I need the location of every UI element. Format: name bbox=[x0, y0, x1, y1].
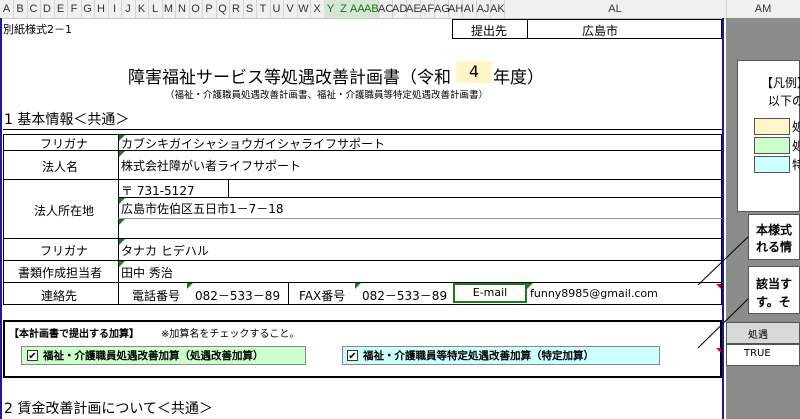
column-header-h[interactable]: H bbox=[94, 0, 109, 18]
column-header-c[interactable]: C bbox=[27, 0, 41, 18]
legend-item-2: 処 bbox=[792, 139, 800, 153]
contact-label: 連絡先 bbox=[41, 289, 78, 303]
legend-item-3: 特 bbox=[792, 158, 800, 172]
author-label: 書類作成担当者 bbox=[18, 266, 103, 280]
email-field[interactable]: funny8985@gmail.com bbox=[530, 287, 658, 300]
column-header-b[interactable]: B bbox=[13, 0, 28, 18]
column-header-e[interactable]: E bbox=[54, 0, 68, 18]
column-header-i[interactable]: I bbox=[108, 0, 122, 18]
submit-label: 提出先 bbox=[471, 24, 508, 38]
legend-item-1: 処 bbox=[792, 120, 800, 134]
section2-heading: 2 賃金改善計画について＜共通＞ bbox=[4, 401, 213, 417]
corp-name-label: 法人名 bbox=[42, 160, 79, 174]
page-subtitle: （福祉・介護職員処遇改善計画書、福祉・介護職員等特定処遇改善計画書） bbox=[165, 90, 489, 101]
column-header-r[interactable]: R bbox=[229, 0, 244, 18]
column-header-j[interactable]: J bbox=[121, 0, 136, 18]
column-header-ac[interactable]: AC bbox=[378, 0, 393, 18]
column-header-am[interactable]: AM bbox=[726, 0, 800, 18]
column-header-m[interactable]: M bbox=[162, 0, 176, 18]
spreadsheet-area: 別紙様式2－1 提出先 広島市 障害福祉サービス等処遇改善計画書（令和 4 年度… bbox=[0, 18, 800, 419]
column-header-l[interactable]: L bbox=[148, 0, 163, 18]
fax-field[interactable]: 082－533－89 bbox=[362, 287, 447, 304]
note2-line1: 該当す bbox=[756, 277, 793, 291]
legend-swatch-2 bbox=[754, 137, 790, 154]
column-header-ab[interactable]: AB bbox=[364, 0, 379, 18]
fax-label: FAX番号 bbox=[299, 289, 346, 303]
furigana-field[interactable]: カブシキガイシャショウガイシャライフサポート bbox=[121, 135, 385, 152]
legend-sub: 以下の bbox=[768, 94, 800, 108]
addition-heading: 【本計画書で提出する加算】 bbox=[9, 329, 139, 340]
note1-line1: 本様式 bbox=[756, 223, 793, 237]
legend-swatch-1 bbox=[754, 118, 790, 135]
basic-info-table bbox=[3, 134, 722, 305]
addition2-checkbox[interactable]: ✔ bbox=[347, 350, 358, 362]
column-header-row: A B C D E F G H I J K L M N O P Q R S T U V W X Y Z AA AB AC AD AE AF AG… bbox=[0, 0, 800, 19]
author-furigana-label: フリガナ bbox=[40, 244, 89, 258]
section1-heading: 1 基本情報＜共通＞ bbox=[4, 112, 130, 128]
column-header-al[interactable]: AL bbox=[504, 0, 727, 18]
phone-label: 電話番号 bbox=[132, 289, 181, 303]
column-header-ai[interactable]: AI bbox=[462, 0, 477, 18]
phone-field[interactable]: 082－533－89 bbox=[195, 287, 280, 304]
column-header-s[interactable]: S bbox=[243, 0, 257, 18]
right-panel: 【凡例】 以下の 処 処 特 本様式 れる情 該当す す。そ 処遇 TRUE bbox=[726, 18, 800, 419]
column-header-ag[interactable]: AG bbox=[434, 0, 450, 18]
author-field[interactable]: 田中 秀治 bbox=[121, 264, 173, 281]
column-header-g[interactable]: G bbox=[81, 0, 95, 18]
page-border-left bbox=[0, 18, 2, 419]
legend-title: 【凡例】 bbox=[761, 76, 800, 90]
column-header-v[interactable]: V bbox=[283, 0, 298, 18]
column-header-a[interactable]: A bbox=[0, 0, 14, 18]
addition1-checkbox[interactable]: ✔ bbox=[27, 350, 38, 362]
column-header-y[interactable]: Y bbox=[324, 0, 338, 18]
column-header-f[interactable]: F bbox=[67, 0, 82, 18]
column-header-ah[interactable]: AH bbox=[448, 0, 463, 18]
addition1-label: 福祉・介護職員処遇改善加算（処遇改善加算） bbox=[43, 350, 264, 362]
column-header-ak[interactable]: AK bbox=[490, 0, 505, 18]
email-label: E-mail bbox=[453, 283, 527, 303]
column-header-aj[interactable]: AJ bbox=[476, 0, 491, 18]
title-suffix: 年度） bbox=[493, 68, 544, 88]
form-code: 別紙様式2－1 bbox=[3, 23, 72, 36]
author-furigana-field[interactable]: タナカ ヒデハル bbox=[121, 242, 209, 259]
column-header-z[interactable]: Z bbox=[337, 0, 351, 18]
column-header-u[interactable]: U bbox=[270, 0, 284, 18]
page-title: 障害福祉サービス等処遇改善計画書（令和 bbox=[128, 68, 451, 88]
column-header-x[interactable]: X bbox=[310, 0, 325, 18]
column-header-t[interactable]: T bbox=[256, 0, 271, 18]
corp-name-field[interactable]: 株式会社障がい者ライフサポート bbox=[121, 157, 301, 174]
column-header-p[interactable]: P bbox=[202, 0, 217, 18]
column-header-w[interactable]: W bbox=[297, 0, 311, 18]
column-header-k[interactable]: K bbox=[135, 0, 149, 18]
column-header-q[interactable]: Q bbox=[216, 0, 230, 18]
column-header-aa[interactable]: AA bbox=[350, 0, 365, 18]
address-field[interactable]: 広島市佐伯区五日市1－7－18 bbox=[121, 200, 284, 217]
furigana-label: フリガナ bbox=[40, 137, 89, 151]
column-header-ae[interactable]: AE bbox=[406, 0, 421, 18]
addition2-label: 福祉・介護職員等特定処遇改善加算（特定加算） bbox=[363, 350, 594, 362]
addition-note: ※加算名をチェックすること。 bbox=[161, 329, 300, 340]
column-header-af[interactable]: AF bbox=[420, 0, 435, 18]
legend-swatch-3 bbox=[754, 156, 790, 173]
table-value: TRUE bbox=[744, 348, 771, 359]
address-label: 法人所在地 bbox=[34, 204, 95, 218]
page-border-right bbox=[722, 18, 724, 419]
year-input[interactable]: 4 bbox=[456, 61, 492, 83]
submit-value[interactable]: 広島市 bbox=[582, 22, 618, 39]
note2-line2: す。そ bbox=[756, 295, 791, 309]
column-header-n[interactable]: N bbox=[175, 0, 190, 18]
column-header-o[interactable]: O bbox=[189, 0, 203, 18]
column-header-d[interactable]: D bbox=[40, 0, 55, 18]
note1-line2: れる情 bbox=[756, 240, 793, 254]
table-header: 処遇 bbox=[748, 330, 768, 341]
column-header-ad[interactable]: AD bbox=[392, 0, 407, 18]
